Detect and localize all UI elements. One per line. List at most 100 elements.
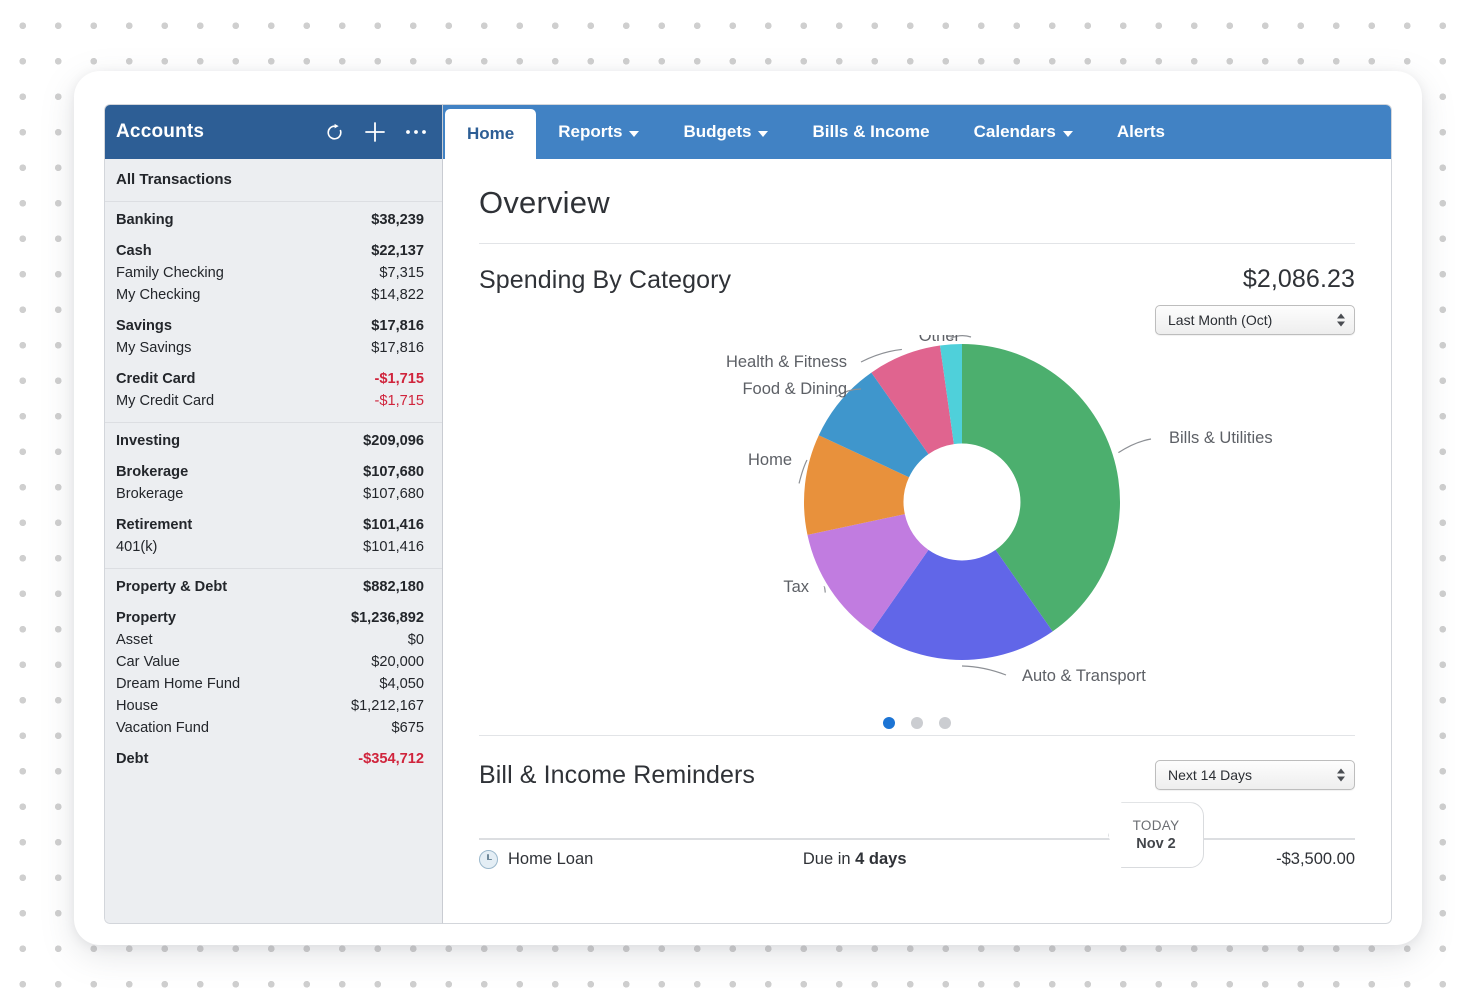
account-row[interactable]: Property$1,236,892 [105, 607, 442, 629]
account-row[interactable]: Cash$22,137 [105, 240, 442, 262]
account-balance: $0 [408, 632, 424, 648]
account-name: Brokerage [116, 464, 363, 480]
spending-total: $2,086.23 [1155, 266, 1355, 292]
account-name: Asset [116, 632, 408, 648]
tab-reports[interactable]: Reports [536, 105, 661, 159]
more-icon[interactable] [404, 120, 428, 144]
chart-carousel-dots [479, 717, 1355, 729]
account-name: 401(k) [116, 539, 363, 555]
account-name: Cash [116, 243, 371, 259]
account-balance: $17,816 [371, 340, 424, 356]
timeline-line [479, 838, 1355, 840]
tab-budgets[interactable]: Budgets [661, 105, 790, 159]
tab-label: Bills & Income [812, 122, 929, 142]
spending-donut-chart[interactable]: Bills & UtilitiesAuto & TransportTaxHome… [479, 335, 1391, 735]
tab-calendars[interactable]: Calendars [952, 105, 1095, 159]
stepper-arrows-icon [1337, 314, 1345, 327]
main-scroll-area: Overview Spending By Category $2,086.23 … [443, 159, 1391, 923]
reminders-timeline: TODAY Nov 2 Home LoanDue in 4 days-$3,50… [479, 824, 1355, 898]
account-row[interactable]: Debt-$354,712 [105, 748, 442, 770]
tab-label: Alerts [1117, 122, 1165, 142]
account-row[interactable]: My Credit Card-$1,715 [105, 390, 442, 412]
account-row[interactable]: Brokerage$107,680 [105, 483, 442, 505]
account-row[interactable]: 401(k)$101,416 [105, 536, 442, 558]
spending-period-select[interactable]: Last Month (Oct) [1155, 305, 1355, 335]
account-balance: $1,236,892 [351, 610, 424, 626]
account-row[interactable]: Investing$209,096 [105, 430, 442, 452]
account-name: Family Checking [116, 265, 379, 281]
pie-slice-label: Bills & Utilities [1169, 429, 1273, 447]
spending-chart: Bills & UtilitiesAuto & TransportTaxHome… [479, 335, 1355, 735]
account-balance: $4,050 [379, 676, 424, 692]
reminder-due-strong: 4 days [855, 850, 906, 868]
account-balance: $101,416 [363, 539, 424, 555]
account-row[interactable]: Asset$0 [105, 629, 442, 651]
account-row[interactable]: Credit Card-$1,715 [105, 368, 442, 390]
account-row[interactable]: Banking$38,239 [105, 209, 442, 231]
account-row[interactable]: Property & Debt$882,180 [105, 576, 442, 598]
leader-line [824, 587, 825, 593]
reminder-due-prefix: Due in [803, 850, 855, 868]
pie-slice-label: Other [919, 335, 961, 345]
account-name: Property & Debt [116, 579, 363, 595]
account-row[interactable]: Family Checking$7,315 [105, 262, 442, 284]
account-row[interactable]: My Checking$14,822 [105, 284, 442, 306]
tab-home[interactable]: Home [445, 109, 536, 159]
chevron-down-icon [758, 131, 768, 137]
account-balance: $7,315 [379, 265, 424, 281]
account-balance: $107,680 [363, 486, 424, 502]
account-name: Investing [116, 433, 363, 449]
account-group: Investing$209,096Brokerage$107,680Broker… [105, 423, 442, 569]
carousel-dot[interactable] [883, 717, 895, 729]
today-label: TODAY [1133, 818, 1180, 835]
account-name: Dream Home Fund [116, 676, 379, 692]
tab-alerts[interactable]: Alerts [1095, 105, 1187, 159]
account-name: House [116, 698, 351, 714]
account-row[interactable]: House$1,212,167 [105, 695, 442, 717]
sidebar-body: All Transactions Banking$38,239 Cash$22,1… [105, 159, 442, 923]
account-name: Credit Card [116, 371, 375, 387]
account-row[interactable]: Brokerage$107,680 [105, 461, 442, 483]
pie-slice-label: Tax [783, 578, 809, 596]
pie-slice-label: Home [748, 451, 792, 469]
account-balance: -$1,715 [375, 371, 425, 387]
carousel-dot[interactable] [939, 717, 951, 729]
account-balance: -$1,715 [375, 393, 425, 409]
account-balance: $101,416 [363, 517, 424, 533]
reminder-row[interactable]: Home Loan Due in 4 days -$3,500.00 [479, 850, 1355, 869]
plus-icon[interactable] [363, 120, 387, 144]
main-tabbar: HomeReports Budgets Bills & Income Calendar… [443, 105, 1391, 159]
account-name: My Savings [116, 340, 371, 356]
reminder-name-group: Home Loan [479, 850, 593, 869]
account-row[interactable]: Savings$17,816 [105, 315, 442, 337]
content-pane: HomeReportsBudgetsBills & IncomeCalendar… [443, 104, 1392, 924]
refresh-icon[interactable] [322, 120, 346, 144]
account-group: Property & Debt$882,180 Property$1,236,89… [105, 569, 442, 780]
carousel-dot[interactable] [911, 717, 923, 729]
account-row[interactable]: My Savings$17,816 [105, 337, 442, 359]
account-balance: $675 [392, 720, 424, 736]
stepper-arrows-icon-2 [1337, 769, 1345, 782]
pie-slice-label: Health & Fitness [726, 353, 847, 371]
account-row[interactable]: Vacation Fund$675 [105, 717, 442, 739]
account-balance: $107,680 [363, 464, 424, 480]
account-balance: $20,000 [371, 654, 424, 670]
leader-line [1118, 439, 1151, 453]
reminders-range-select[interactable]: Next 14 Days [1155, 760, 1355, 790]
account-row[interactable]: Car Value$20,000 [105, 651, 442, 673]
reminder-amount: -$3,500.00 [1276, 850, 1355, 869]
account-row[interactable]: Retirement$101,416 [105, 514, 442, 536]
account-name: Property [116, 610, 351, 626]
reminders-section-header: Bill & Income Reminders Next 14 Days [479, 736, 1355, 790]
account-name: Car Value [116, 654, 371, 670]
sidebar-header-actions [322, 120, 428, 144]
leader-line [962, 666, 1006, 675]
tab-bills-income[interactable]: Bills & Income [790, 105, 951, 159]
chevron-down-icon [1063, 131, 1073, 137]
account-row[interactable]: Dream Home Fund$4,050 [105, 673, 442, 695]
account-name: Banking [116, 212, 371, 228]
sidebar-item-all-transactions[interactable]: All Transactions [105, 159, 442, 202]
tab-label: Calendars [974, 122, 1056, 142]
account-name: Brokerage [116, 486, 363, 502]
tab-label: Budgets [683, 122, 751, 142]
